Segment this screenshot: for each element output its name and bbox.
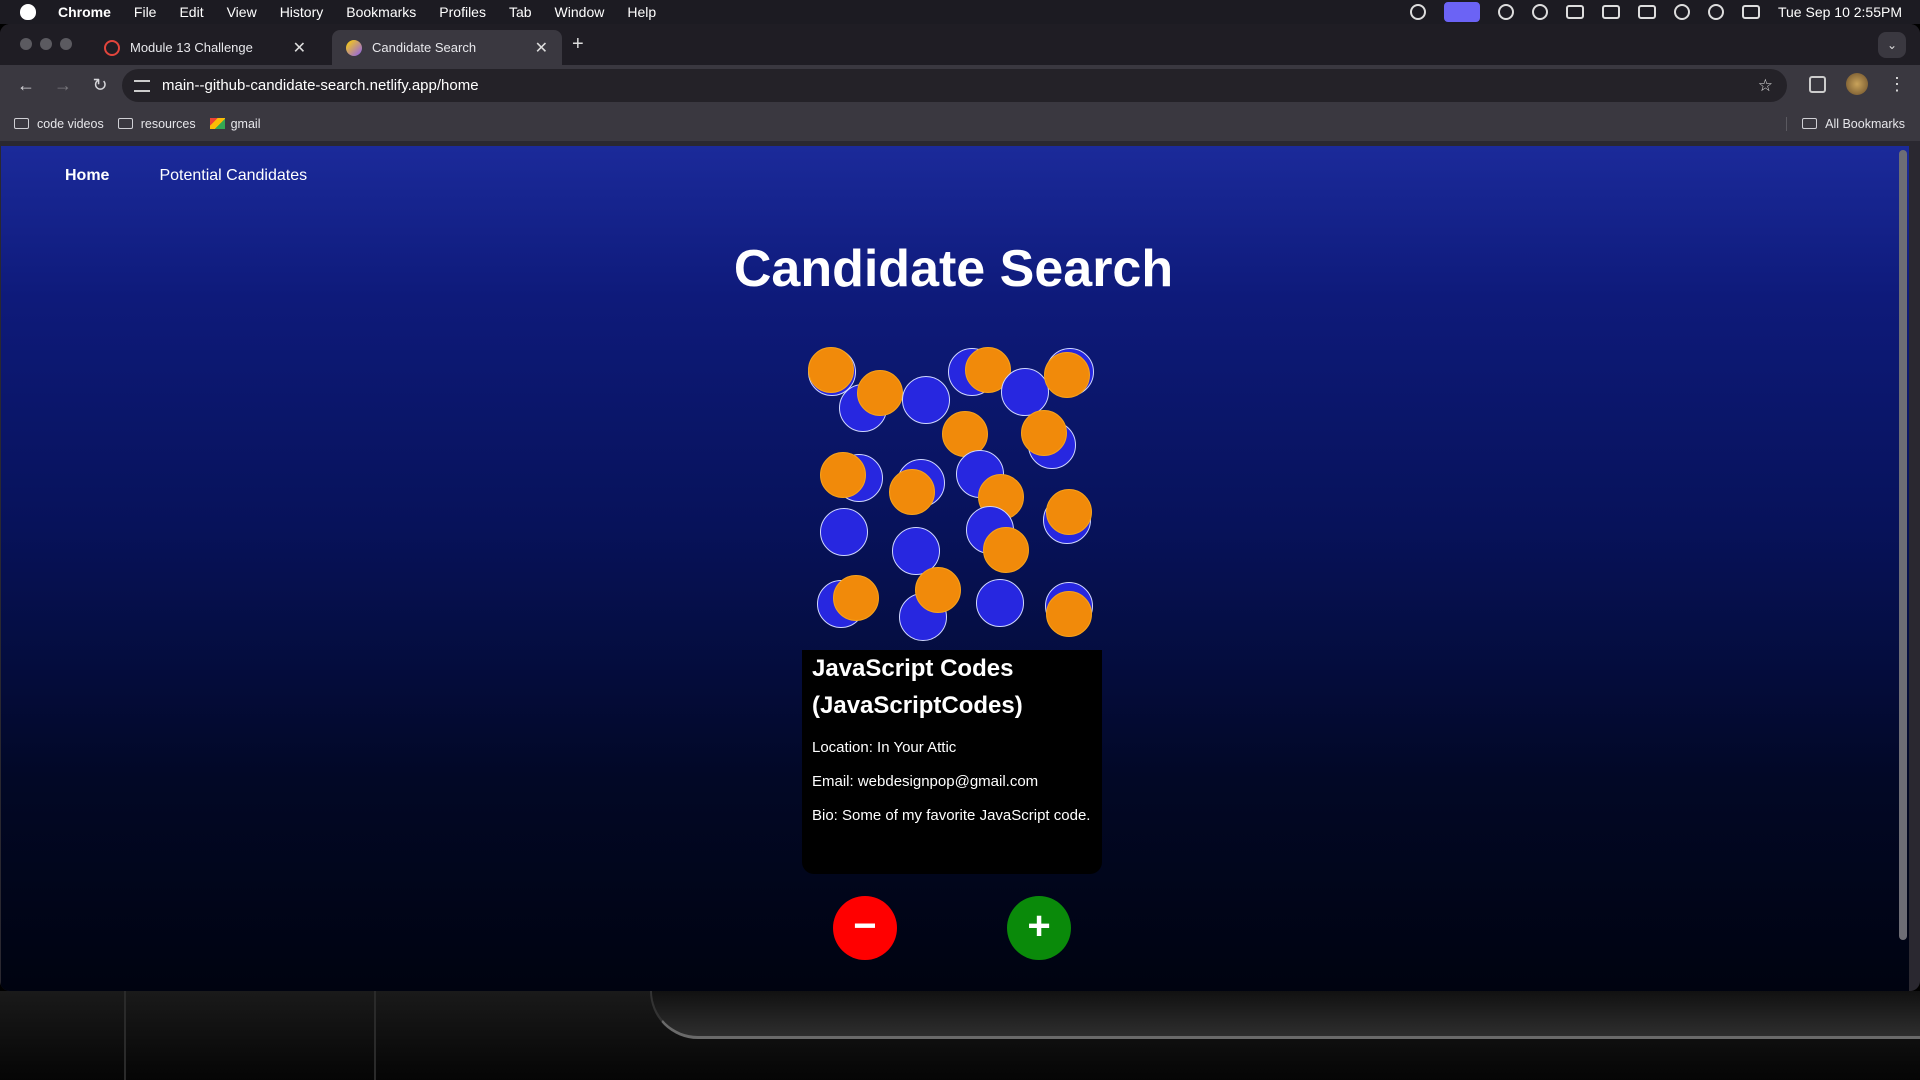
all-bookmarks-label: All Bookmarks [1825, 116, 1905, 131]
minimize-window-button[interactable] [40, 38, 52, 50]
close-window-button[interactable] [20, 38, 32, 50]
folder-icon [14, 118, 29, 129]
avatar-dot [808, 347, 854, 393]
menu-file[interactable]: File [134, 4, 157, 20]
extensions-icon[interactable] [1809, 75, 1826, 93]
bookmark-label: resources [140, 116, 196, 131]
bookmark-label: gmail [230, 116, 261, 131]
address-bar[interactable]: main--github-candidate-search.netlify.ap… [122, 69, 1787, 102]
desktop-wallpaper-curve [650, 991, 1920, 1039]
avatar-dot [983, 527, 1029, 573]
candidate-card: JavaScript Codes (JavaScriptCodes) Locat… [802, 650, 1102, 874]
folder-icon [1802, 118, 1818, 129]
back-arrow-icon[interactable]: ← [15, 75, 37, 96]
menubar-clock[interactable]: Tue Sep 10 2:55PM [1778, 4, 1902, 20]
desktop-divider [374, 991, 376, 1080]
save-candidate-button[interactable]: + [1007, 896, 1071, 960]
wifi-icon[interactable] [1673, 4, 1690, 20]
creative-cloud-icon[interactable] [1409, 4, 1426, 20]
eye-icon[interactable] [1531, 4, 1548, 20]
desktop-divider [124, 991, 126, 1080]
display-icon[interactable] [1601, 5, 1620, 19]
vite-favicon-icon [346, 39, 362, 56]
bookmark-label: code videos [37, 116, 104, 131]
avatar-dot [902, 376, 950, 424]
window-controls [20, 38, 72, 50]
menu-edit[interactable]: Edit [179, 4, 203, 20]
menu-view[interactable]: View [227, 4, 257, 20]
avatar-dot [857, 370, 903, 416]
zoom-window-button[interactable] [60, 38, 72, 50]
avatar-dot [1046, 591, 1092, 637]
volume-icon[interactable] [1565, 5, 1584, 19]
menu-help[interactable]: Help [627, 4, 656, 20]
nav-home-link[interactable]: Home [65, 167, 109, 185]
tab-strip: Module 13 Challenge ✕ Candidate Search ✕… [0, 24, 1920, 65]
menu-bookmarks[interactable]: Bookmarks [346, 4, 416, 20]
search-icon[interactable] [1707, 4, 1724, 20]
avatar-dot [1001, 368, 1049, 416]
apple-icon[interactable] [20, 4, 36, 20]
menu-app-name[interactable]: Chrome [58, 4, 111, 20]
candidate-location: Location: In Your Attic [812, 739, 957, 756]
site-info-icon[interactable] [134, 79, 150, 92]
more-menu-icon[interactable]: ⋮ [1888, 74, 1906, 95]
gmail-icon [209, 118, 225, 129]
browser-window: Module 13 Challenge ✕ Candidate Search ✕… [0, 24, 1920, 991]
bookmark-resources[interactable]: resources [117, 116, 196, 131]
module-favicon-icon [104, 39, 120, 56]
page-viewport: Home Potential Candidates Candidate Sear… [1, 146, 1909, 991]
avatar-dot [1044, 352, 1090, 398]
nav-potential-candidates-link[interactable]: Potential Candidates [159, 167, 307, 185]
bookmarks-bar: code videos resources gmail All Bookmark… [0, 106, 1920, 142]
profile-avatar[interactable] [1846, 73, 1868, 95]
candidate-avatar [802, 346, 1102, 646]
url-text[interactable]: main--github-candidate-search.netlify.ap… [162, 77, 479, 94]
candidate-email: Email: webdesignpop@gmail.com [812, 773, 1039, 790]
bookmark-star-icon[interactable]: ☆ [1758, 76, 1773, 96]
menu-tab[interactable]: Tab [509, 4, 532, 20]
avatar-dot [1021, 410, 1067, 456]
avatar-dot [976, 579, 1024, 627]
close-tab-icon[interactable]: ✕ [535, 38, 548, 58]
tab-module-13[interactable]: Module 13 Challenge ✕ [90, 30, 320, 65]
close-tab-icon[interactable]: ✕ [293, 38, 306, 58]
reload-icon[interactable]: ↻ [89, 75, 111, 96]
bookmark-gmail[interactable]: gmail [209, 116, 261, 131]
all-bookmarks[interactable]: All Bookmarks [1786, 116, 1905, 131]
forward-arrow-icon[interactable]: → [52, 75, 74, 96]
candidate-name: JavaScript Codes (JavaScriptCodes) [812, 655, 1023, 719]
folder-icon [117, 118, 133, 129]
bookmark-code-videos[interactable]: code videos [14, 117, 104, 131]
battery-icon[interactable] [1637, 5, 1656, 19]
tab-search-chevron-icon[interactable]: ⌄ [1878, 32, 1906, 58]
menu-history[interactable]: History [280, 4, 324, 20]
new-tab-icon[interactable]: + [572, 33, 584, 56]
tab-candidate-search[interactable]: Candidate Search ✕ [332, 30, 562, 65]
sync-icon[interactable] [1497, 4, 1514, 20]
control-center-icon[interactable] [1741, 5, 1760, 19]
avatar-dot [1046, 489, 1092, 535]
macos-menubar: Chrome File Edit View History Bookmarks … [0, 0, 1920, 24]
reject-candidate-button[interactable]: − [833, 896, 897, 960]
avatar-dot [820, 508, 868, 556]
avatar-dot [833, 575, 879, 621]
avatar-dot [915, 567, 961, 613]
page-scrollbar[interactable] [1899, 150, 1907, 940]
page-title: Candidate Search [733, 240, 1174, 298]
browser-toolbar: ← → ↻ main--github-candidate-search.netl… [0, 65, 1920, 106]
menu-window[interactable]: Window [555, 4, 605, 20]
screen-share-icon[interactable] [1443, 2, 1480, 22]
desktop-background [0, 991, 1920, 1080]
menu-profiles[interactable]: Profiles [439, 4, 486, 20]
tab-title: Module 13 Challenge [130, 40, 253, 55]
tab-title: Candidate Search [372, 40, 477, 55]
avatar-dot [820, 452, 866, 498]
site-nav: Home Potential Candidates [65, 167, 307, 185]
candidate-bio: Bio: Some of my favorite JavaScript code… [812, 807, 1091, 824]
avatar-dot [889, 469, 935, 515]
